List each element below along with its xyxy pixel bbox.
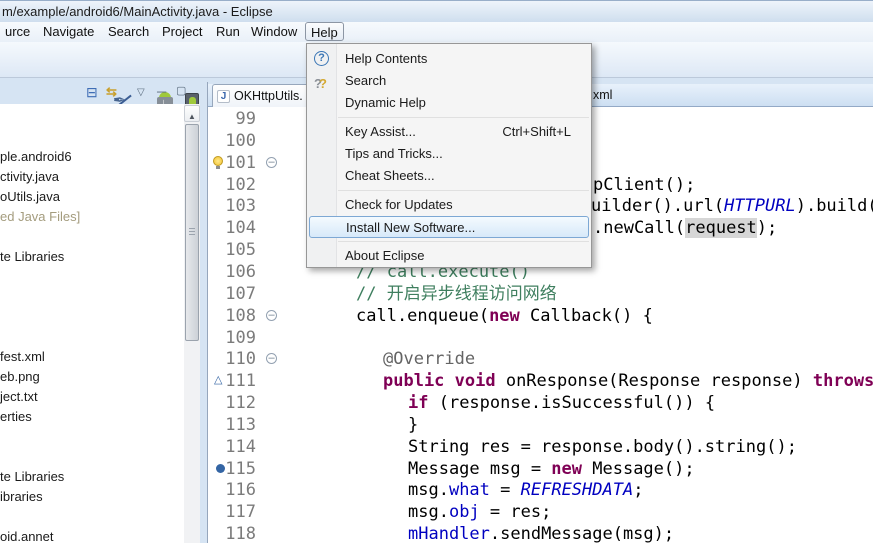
menu-item-label: Install New Software... (346, 220, 476, 235)
fold-collapse-icon[interactable]: – (266, 310, 277, 321)
menu-item-label: Search (345, 73, 387, 88)
code-line: } (408, 415, 419, 435)
package-explorer-toolbar: ⊟ ⇆ ▽ ─ ▢ (0, 84, 200, 104)
menu-run[interactable]: Run (211, 22, 245, 41)
menu-separator (307, 187, 591, 194)
tab-xml[interactable]: xml (593, 84, 612, 107)
title-bar: m/example/android6/MainActivity.java - E… (0, 0, 873, 22)
line-number: 107 (225, 284, 256, 304)
line-number: 100 (225, 131, 256, 151)
code-line: Message msg = new Message(); (408, 459, 695, 479)
tree-item[interactable]: ple.android6 (0, 147, 72, 167)
code-line: uilder().url(HTTPURL).build(); (591, 196, 873, 216)
package-explorer-tree: ple.android6 ctivity.java oUtils.java ed Ja… (0, 104, 200, 543)
line-number: 99 (235, 109, 256, 129)
menu-navigate[interactable]: Navigate (38, 22, 99, 41)
code-line: msg.what = REFRESHDATA; (408, 480, 644, 500)
code-line: @Override (383, 349, 476, 369)
line-number: 114 (225, 437, 256, 457)
line-number: 116 (225, 480, 256, 500)
menu-item-about-eclipse[interactable]: About Eclipse (307, 245, 591, 267)
menu-item-shortcut: Ctrl+Shift+L (502, 124, 571, 139)
search-icon: ?? (314, 76, 327, 91)
menu-item-label: Check for Updates (345, 197, 453, 212)
line-number: 113 (225, 415, 256, 435)
menu-window[interactable]: Window (246, 22, 302, 41)
line-number: 103 (225, 196, 256, 216)
tree-item[interactable]: eb.png (0, 367, 40, 387)
fold-collapse-icon[interactable]: – (266, 353, 277, 364)
line-number: 117 (225, 502, 256, 522)
line-number: 112 (225, 393, 256, 413)
menu-item-dynamic-help[interactable]: Dynamic Help (307, 92, 591, 114)
code-line: pClient(); (593, 175, 696, 195)
code-line: // 开启异步线程访问网络 (356, 284, 557, 304)
code-line: mHandler.sendMessage(msg); (408, 524, 675, 543)
line-number: 102 (225, 175, 256, 195)
line-number: 110 (225, 349, 256, 369)
line-number: 118 (225, 524, 256, 543)
tree-item[interactable]: ed Java Files] (0, 207, 80, 227)
window-title: m/example/android6/MainActivity.java - E… (2, 4, 273, 19)
code-line: msg.obj = res; (408, 502, 552, 522)
menu-project[interactable]: Project (157, 22, 207, 41)
menu-item-cheat-sheets[interactable]: Cheat Sheets... (307, 165, 591, 187)
menu-item-label: Cheat Sheets... (345, 168, 435, 183)
scrollbar-thumb[interactable] (185, 124, 199, 341)
line-number: 109 (225, 328, 256, 348)
tree-item[interactable]: oUtils.java (0, 187, 60, 207)
menu-item-install-new-software[interactable]: Install New Software... (309, 216, 589, 238)
code-line: if (response.isSuccessful()) { (408, 393, 716, 413)
menu-item-label: Help Contents (345, 51, 428, 66)
help-dropdown-menu: ? Help Contents?? Search Dynamic Help Key As… (306, 43, 592, 268)
menu-item-label: About Eclipse (345, 248, 425, 263)
line-number: 104 (225, 218, 256, 238)
minimize-view-icon[interactable]: ─ (157, 84, 166, 99)
collapse-all-icon[interactable]: ⊟ (86, 84, 98, 101)
menu-separator (307, 238, 591, 245)
line-number: 105 (225, 240, 256, 260)
link-with-editor-icon[interactable]: ⇆ (106, 84, 117, 100)
menu-item-help-contents[interactable]: ? Help Contents (307, 48, 591, 70)
tree-item[interactable]: erties (0, 407, 32, 427)
tree-item[interactable]: ibraries (0, 487, 43, 507)
line-number: 108 (225, 306, 256, 326)
menu-item-label: Dynamic Help (345, 95, 426, 110)
tree-item[interactable]: ject.txt (0, 387, 38, 407)
java-file-icon: J (217, 90, 230, 103)
menu-item-key-assist[interactable]: Key Assist... Ctrl+Shift+L (307, 121, 591, 143)
breakpoint-icon[interactable] (216, 464, 225, 473)
menu-item-label: Key Assist... (345, 124, 416, 139)
tree-item[interactable]: te Libraries (0, 247, 64, 267)
menu-separator (307, 114, 591, 121)
maximize-view-icon[interactable]: ▢ (176, 84, 186, 97)
marker-triangle-icon: △ (214, 374, 223, 386)
warning-lightbulb-icon (213, 156, 223, 169)
menu-item-label: Tips and Tricks... (345, 146, 443, 161)
tree-item[interactable]: fest.xml (0, 347, 45, 367)
line-number: 106 (225, 262, 256, 282)
tree-item[interactable]: oid.annet (0, 527, 54, 543)
menu-urce[interactable]: urce (0, 22, 35, 41)
menu-search[interactable]: Search (103, 22, 154, 41)
tree-item[interactable]: ctivity.java (0, 167, 59, 187)
fold-collapse-icon[interactable]: – (266, 157, 277, 168)
menu-help[interactable]: Help (305, 22, 344, 41)
code-line: call.enqueue(new Callback() { (356, 306, 653, 326)
menubar: urce Navigate Search Project Run Window Help (0, 22, 873, 42)
code-line: public void onResponse(Response response… (383, 371, 873, 391)
help-contents-icon: ? (314, 51, 329, 66)
scrollbar-up-arrow[interactable]: ▲ (184, 105, 200, 122)
menu-item-check-for-updates[interactable]: Check for Updates (307, 194, 591, 216)
tab-label: OKHttpUtils. (234, 89, 303, 103)
menu-item-tips-and-tricks[interactable]: Tips and Tricks... (307, 143, 591, 165)
menu-item-search[interactable]: ?? Search (307, 70, 591, 92)
code-line: String res = response.body().string(); (408, 437, 797, 457)
view-menu-icon[interactable]: ▽ (137, 87, 145, 98)
tree-item[interactable]: te Libraries (0, 467, 64, 487)
code-line: .newCall(request); (593, 218, 778, 238)
